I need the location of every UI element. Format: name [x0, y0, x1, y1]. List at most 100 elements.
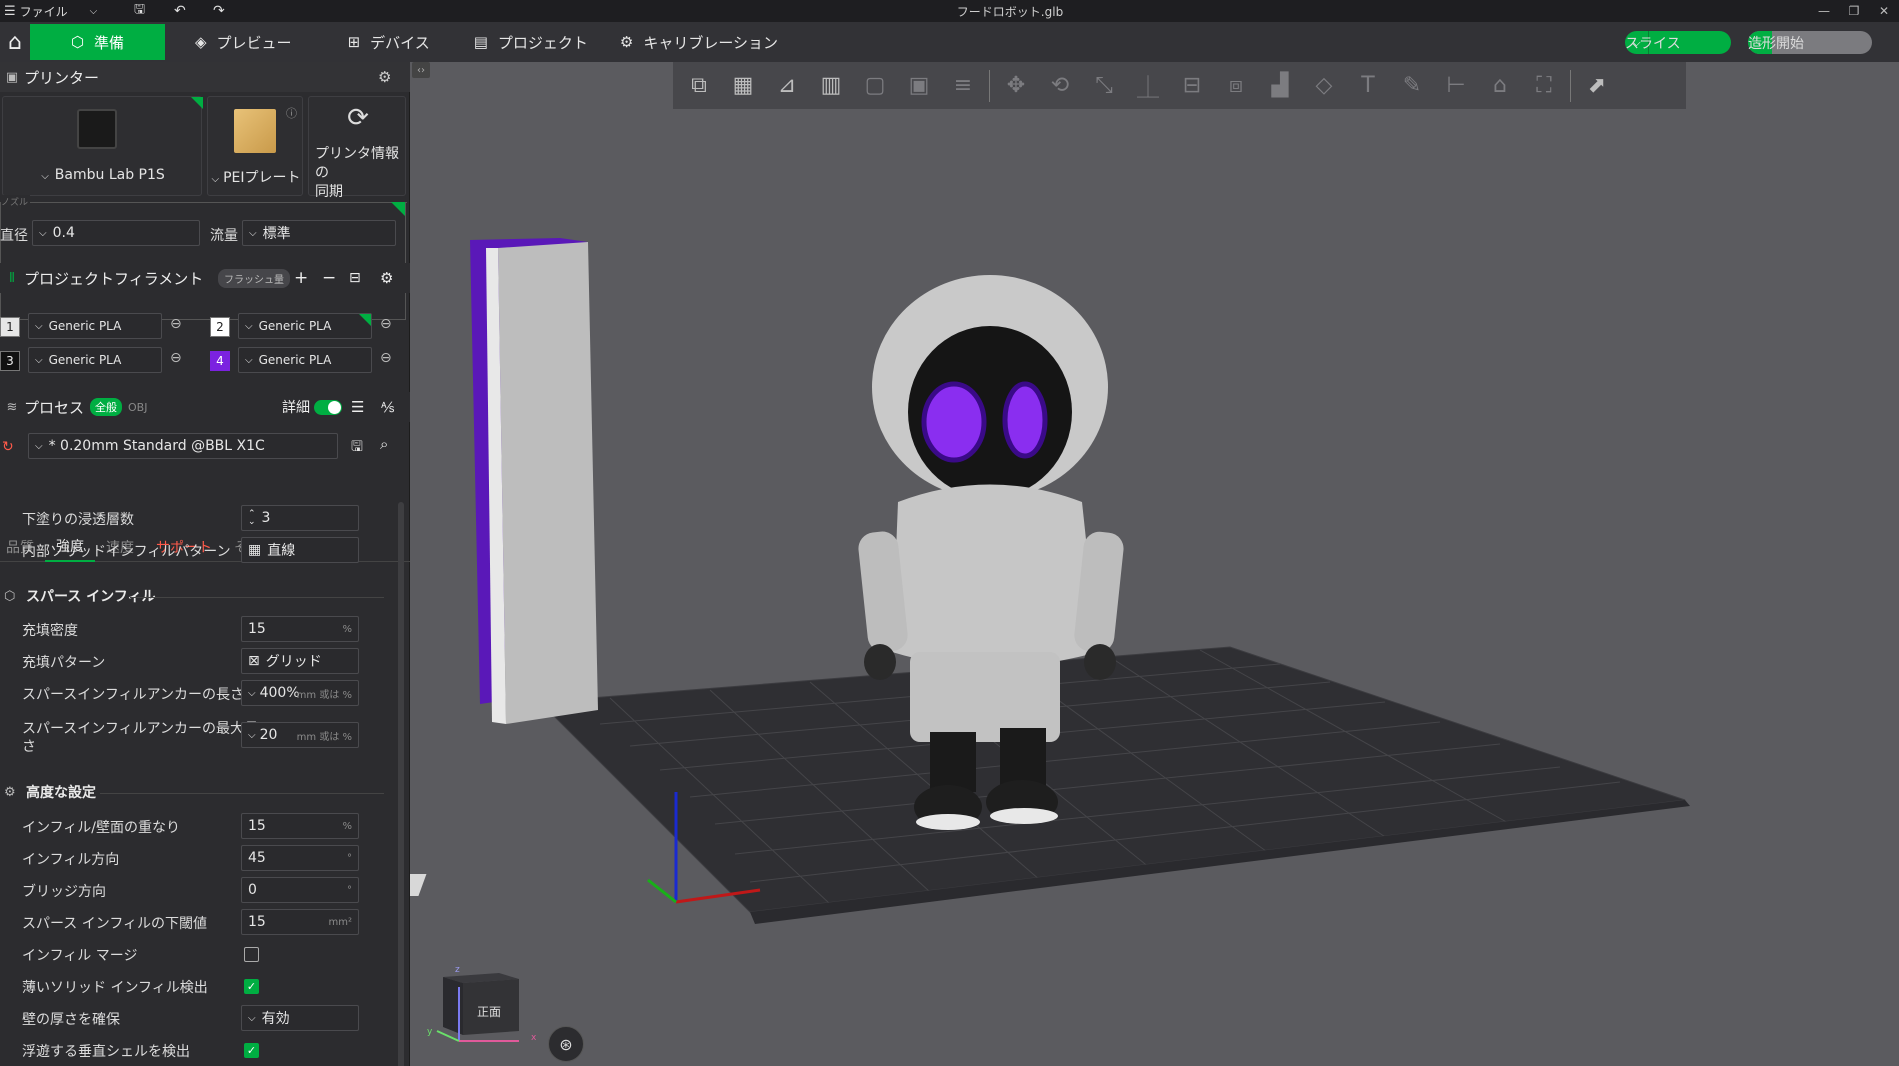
sync-printer-button[interactable]: ⟳ プリンタ情報の 同期: [308, 96, 406, 200]
plate-name-text: PEIプレート: [223, 170, 301, 186]
slice-button[interactable]: ⌵ スライス: [1625, 31, 1731, 54]
anchor-max-input[interactable]: ⌵ 20 mm 或は %: [241, 722, 359, 748]
measure-icon[interactable]: ⊢: [1434, 66, 1478, 106]
filament-slot-number[interactable]: 1: [0, 317, 20, 337]
infill-merge-checkbox[interactable]: [244, 947, 259, 962]
bottom-penetration-input[interactable]: ⌃ ⌄ 3: [241, 505, 359, 531]
spinner-icon[interactable]: ⌃ ⌄: [248, 510, 256, 527]
printer-selector[interactable]: ⌵ Bambu Lab P1S: [2, 96, 203, 196]
edit-filament-icon[interactable]: ⊖: [380, 316, 392, 332]
internal-solid-pattern-select[interactable]: ▦ 直線: [241, 537, 359, 563]
restore-icon[interactable]: ❐: [1839, 0, 1869, 22]
list-icon[interactable]: ☰: [351, 398, 364, 416]
print-label: 造形開始: [1748, 35, 1804, 52]
arrange-icon[interactable]: ▥: [809, 66, 853, 106]
remove-icon[interactable]: −: [322, 268, 336, 288]
preset-name: * 0.20mm Standard @BBL X1C: [48, 438, 265, 454]
rotate-icon[interactable]: ⟲: [1038, 66, 1082, 106]
axis-label-z: z: [455, 965, 460, 975]
minimize-icon[interactable]: —: [1809, 0, 1839, 22]
add-plate-icon[interactable]: ▦: [721, 66, 765, 106]
add-icon[interactable]: +: [294, 268, 308, 288]
support-paint-icon[interactable]: ▟: [1258, 66, 1302, 106]
object-toggle[interactable]: OBJ: [128, 401, 147, 414]
pattern-select[interactable]: ⊠ グリッド: [241, 648, 359, 674]
sparse-threshold-input[interactable]: 15 mm²: [241, 909, 359, 935]
info-icon[interactable]: ⓘ: [286, 105, 297, 121]
plate-selector[interactable]: ⓘ ⌵ PEIプレート: [207, 96, 303, 196]
undo-icon[interactable]: ↶: [174, 3, 186, 19]
fit-icon[interactable]: ⛶: [1522, 66, 1566, 106]
close-icon[interactable]: ✕: [1869, 0, 1899, 22]
split-parts-icon[interactable]: ▣: [897, 66, 941, 106]
tab-project[interactable]: ▤ プロジェクト: [458, 24, 604, 60]
tab-device[interactable]: ⊞ デバイス: [332, 24, 446, 60]
split-objects-icon[interactable]: ▢: [853, 66, 897, 106]
3d-viewport[interactable]: [368, 62, 1899, 1066]
filament-slot-number[interactable]: 2: [210, 317, 230, 337]
filament-select[interactable]: ⌵ Generic PLA: [28, 313, 162, 339]
reset-view-icon[interactable]: ⊛: [548, 1026, 584, 1062]
bridge-direction-input[interactable]: 0 °: [241, 877, 359, 903]
anchor-length-input[interactable]: ⌵ 400% mm 或は %: [241, 680, 359, 706]
text-icon[interactable]: T: [1346, 66, 1390, 106]
anchor-max-label: スパースインフィルアンカーの最大長: [22, 721, 259, 737]
edit-filament-icon[interactable]: ⊖: [170, 350, 182, 366]
global-toggle[interactable]: 全般: [90, 398, 122, 416]
auto-orient-icon[interactable]: ⊿: [765, 66, 809, 106]
bottom-penetration-label: 下塗りの浸透層数: [22, 512, 134, 528]
group-divider: [100, 793, 384, 794]
move-icon[interactable]: ✥: [994, 66, 1038, 106]
flow-select[interactable]: ⌵ 標準: [242, 220, 396, 246]
advanced-switch[interactable]: [314, 399, 342, 415]
overlap-input[interactable]: 15%: [241, 813, 359, 839]
layers-edit-icon[interactable]: ≡: [941, 66, 985, 106]
save-icon[interactable]: 🖫: [134, 0, 145, 22]
filament-select[interactable]: ⌵ Generic PLA: [28, 347, 162, 373]
wall-thickness-select[interactable]: ⌵ 有効: [241, 1005, 359, 1031]
tab-preview[interactable]: ◈ プレビュー: [179, 24, 308, 60]
tab-calibration[interactable]: ⚙ キャリブレーション: [604, 24, 794, 60]
diameter-select[interactable]: ⌵ 0.4: [32, 220, 200, 246]
add-object-icon[interactable]: ⧉: [677, 66, 721, 106]
filament-slot-number[interactable]: 4: [210, 351, 230, 371]
print-button[interactable]: ⌵ 造形開始: [1748, 31, 1872, 54]
save-preset-icon[interactable]: 🖫: [351, 436, 363, 460]
reset-icon[interactable]: ↻: [2, 439, 14, 455]
search-icon[interactable]: ⌕: [380, 435, 388, 453]
cut-icon[interactable]: ⊟: [1170, 66, 1214, 106]
assembly-icon[interactable]: ⌂: [1478, 66, 1522, 106]
navigation-cube[interactable]: 正面 z x y: [427, 965, 536, 1045]
color-paint-icon[interactable]: ✎: [1390, 66, 1434, 106]
redo-icon[interactable]: ↷: [213, 3, 225, 19]
gear-icon[interactable]: ⚙: [380, 269, 393, 287]
edit-filament-icon[interactable]: ⊖: [380, 350, 392, 366]
home-icon[interactable]: ⌂: [0, 24, 30, 60]
filament-slot-number[interactable]: 3: [0, 351, 20, 371]
file-menu[interactable]: ☰ ファイル ⌵: [0, 0, 97, 22]
gear-icon[interactable]: ⚙: [378, 68, 391, 86]
sparse-threshold-label: スパース インフィルの下閾値: [22, 916, 208, 932]
infill-direction-input[interactable]: 45 °: [241, 845, 359, 871]
chevron-down-icon: ⌵: [248, 729, 256, 741]
compare-icon[interactable]: ⅍: [381, 399, 394, 416]
collapse-sidebar-icon[interactable]: ‹›: [412, 62, 430, 78]
filament-select[interactable]: ⌵ Generic PLA: [238, 313, 372, 339]
anchor-length-unit: mm 或は %: [296, 689, 352, 701]
flush-volume-button[interactable]: フラッシュ量: [218, 268, 290, 288]
boolean-icon[interactable]: ⧈: [1214, 66, 1258, 106]
density-input[interactable]: 15%: [241, 616, 359, 642]
thin-solid-checkbox[interactable]: ✓: [244, 979, 259, 994]
edit-filament-icon[interactable]: ⊖: [170, 316, 182, 332]
seam-paint-icon[interactable]: ◇: [1302, 66, 1346, 106]
process-preset-select[interactable]: ⌵ * 0.20mm Standard @BBL X1C: [28, 433, 338, 459]
tab-prepare[interactable]: ⬡ 準備: [30, 24, 165, 60]
sync-ams-icon[interactable]: ⊟: [349, 270, 361, 286]
density-label: 充填密度: [22, 623, 78, 639]
scale-icon[interactable]: ⤡: [1082, 66, 1126, 106]
floating-shell-checkbox[interactable]: ✓: [244, 1043, 259, 1058]
filament-select[interactable]: ⌵ Generic PLA: [238, 347, 372, 373]
lay-on-face-icon[interactable]: ⏊: [1126, 66, 1170, 106]
sidebar-scrollbar[interactable]: [398, 502, 404, 1066]
view-settings-icon[interactable]: ⬈: [1575, 66, 1619, 106]
